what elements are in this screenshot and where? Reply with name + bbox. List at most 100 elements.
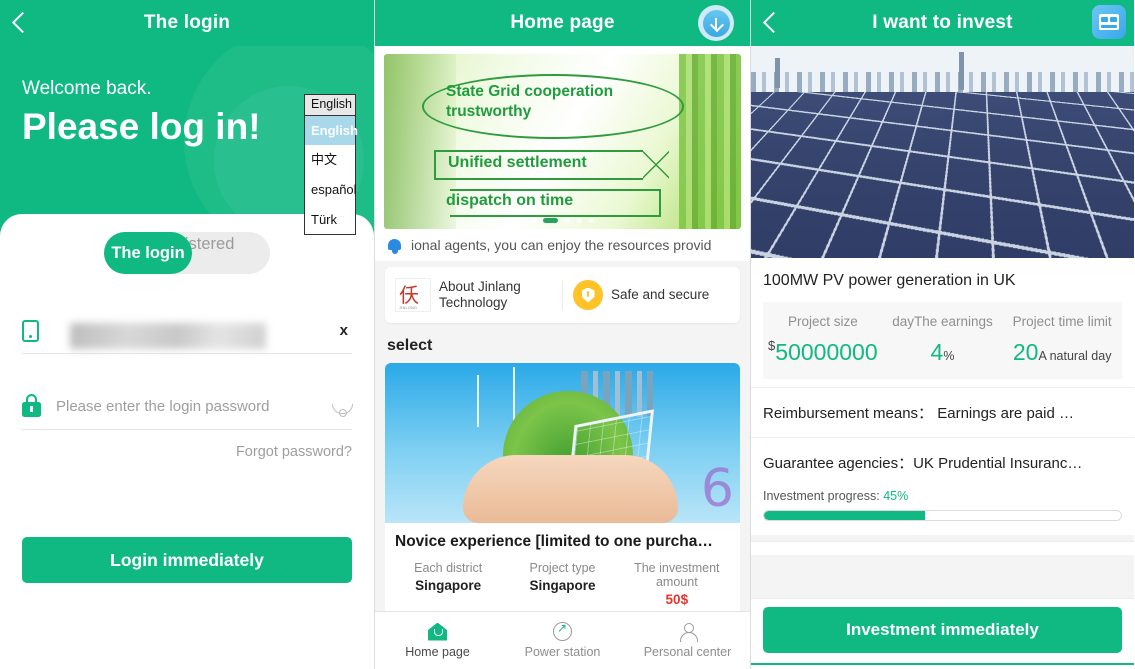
product-image: 6: [385, 363, 740, 523]
product-meta-item: Each district Singapore: [391, 561, 505, 607]
tab-home-page[interactable]: Home page: [375, 612, 500, 669]
progress-bar-fill: [764, 511, 925, 521]
product-meta-item: The investment amount 50$: [620, 561, 734, 607]
language-option-spanish[interactable]: español: [305, 175, 357, 205]
clipped-detail-row: [751, 541, 1134, 556]
clear-phone-icon[interactable]: x: [336, 322, 352, 339]
carousel-dot[interactable]: [589, 218, 594, 223]
language-selector[interactable]: English English 中文 español Türk: [304, 94, 358, 236]
language-option-chinese[interactable]: 中文: [305, 145, 355, 175]
back-icon[interactable]: [751, 0, 795, 46]
stat-value-wrap: 4%: [886, 339, 1000, 365]
stat-unit: A natural day: [1038, 348, 1112, 363]
progress-label-row: Investment progress: 45%: [763, 489, 1122, 503]
product-card[interactable]: 6 Novice experience [limited to one purc…: [385, 363, 740, 611]
auth-tabs: registered The login: [104, 232, 270, 274]
home-panel: Home page State Grid cooperation trustwo…: [375, 0, 751, 669]
invest-header: I want to invest: [751, 0, 1134, 46]
login-form: registered The login x Please enter the …: [0, 214, 374, 669]
invest-now-button[interactable]: Investment immediately: [763, 607, 1122, 653]
solar-panel-array: [751, 92, 1134, 258]
login-panel: The login Welcome back. Please log in! E…: [0, 0, 375, 669]
toggle-password-icon[interactable]: [332, 400, 353, 417]
calculator-app-icon[interactable]: [1092, 5, 1126, 39]
notice-marquee[interactable]: ional agents, you can enjoy the resource…: [375, 229, 750, 261]
invest-cta-area: Investment immediately: [751, 598, 1134, 663]
banner-line-3: dispatch on time: [446, 192, 574, 209]
tab-login[interactable]: The login: [104, 232, 192, 274]
carousel-dot-active[interactable]: [543, 218, 558, 223]
tab-home-label: Home page: [405, 644, 470, 659]
meta-label: Each district: [414, 561, 483, 575]
notice-text: ional agents, you can enjoy the resource…: [411, 237, 712, 253]
language-option-english[interactable]: English: [305, 115, 358, 146]
project-hero-image: [751, 46, 1134, 258]
tab-personal-label: Personal center: [643, 644, 732, 659]
tab-power-station[interactable]: Power station: [500, 612, 625, 669]
phone-field-row[interactable]: x: [22, 308, 352, 354]
investment-progress: Investment progress: 45%: [751, 487, 1134, 536]
tower-decoration: [775, 58, 780, 88]
redacted-value: [70, 322, 266, 349]
banner-line-2: Unified settlement: [448, 154, 587, 171]
stat-day-earnings: dayThe earnings 4%: [883, 314, 1003, 365]
card-safe-label: Safe and secure: [611, 286, 710, 302]
hands-decoration: [463, 455, 678, 523]
back-icon[interactable]: [0, 0, 44, 46]
home-header-title: Home page: [510, 12, 615, 33]
bottom-tabbar: Home page Power station Personal center: [375, 611, 750, 669]
carousel-dots[interactable]: [384, 218, 741, 223]
bell-icon: [387, 238, 402, 254]
language-option-turkish[interactable]: Türk: [305, 205, 355, 235]
tower-decoration: [959, 52, 964, 90]
password-input[interactable]: Please enter the login password: [56, 398, 332, 415]
stat-value: 50000000: [775, 338, 878, 365]
card-about-jinlang[interactable]: About Jinlang Technology: [385, 278, 562, 312]
stat-time-limit: Project time limit 20A natural day: [1002, 314, 1122, 365]
download-circle-icon[interactable]: [698, 5, 734, 41]
section-title-select: select: [387, 337, 433, 354]
tab-personal-center[interactable]: Personal center: [625, 612, 750, 669]
phone-icon: [22, 319, 56, 342]
product-name: Novice experience [limited to one purcha…: [395, 533, 713, 550]
feature-cards: About Jinlang Technology Safe and secure: [385, 267, 740, 323]
wind-turbine-icon: [477, 375, 479, 427]
carousel-dot[interactable]: [577, 218, 582, 223]
login-header: The login: [0, 0, 374, 46]
carousel-dot[interactable]: [531, 218, 536, 223]
progress-label: Investment progress:: [763, 489, 880, 504]
login-header-title: The login: [143, 12, 231, 33]
stat-unit: %: [943, 348, 955, 363]
stat-label: Project time limit: [1012, 314, 1112, 329]
invest-content: 100MW PV power generation in UK Project …: [751, 46, 1134, 598]
guarantee-row: Guarantee agencies：UK Prudential Insuran…: [751, 437, 1134, 488]
shield-icon: [573, 280, 603, 310]
banner-slide[interactable]: State Grid cooperation trustworthy Unifi…: [384, 54, 741, 229]
watermark-digit: 6: [700, 459, 734, 519]
language-options-list[interactable]: English 中文 español Türk: [304, 115, 358, 236]
banner-carousel[interactable]: State Grid cooperation trustworthy Unifi…: [375, 46, 750, 229]
stat-label: Project size: [787, 314, 858, 329]
carousel-dot[interactable]: [565, 218, 570, 223]
card-safe-secure[interactable]: Safe and secure: [562, 280, 740, 310]
stat-value: 4: [930, 338, 944, 365]
power-station-icon: [553, 621, 572, 641]
product-meta: Each district Singapore Project type Sin…: [385, 551, 740, 611]
password-field-row[interactable]: Please enter the login password: [22, 384, 353, 430]
product-meta-item: Project type Singapore: [505, 561, 619, 607]
language-trigger[interactable]: English: [304, 94, 356, 116]
invest-header-title: I want to invest: [872, 12, 1013, 33]
meta-label: The investment amount: [634, 561, 720, 589]
meta-value: Singapore: [415, 578, 482, 593]
stat-label: dayThe earnings: [892, 314, 993, 329]
meta-value-amount: 50$: [665, 592, 689, 607]
user-icon: [679, 622, 698, 642]
stat-value-wrap: 20A natural day: [1005, 339, 1119, 365]
invest-panel: I want to invest 100MW PV power generati…: [751, 0, 1134, 669]
meta-value: Singapore: [529, 578, 596, 593]
stat-value: 20: [1012, 338, 1039, 365]
bottom-accent-bar: [751, 663, 1134, 669]
project-title: 100MW PV power generation in UK: [751, 258, 1134, 302]
forgot-password-link[interactable]: Forgot password?: [22, 444, 352, 460]
login-submit-button[interactable]: Login immediately: [22, 537, 352, 583]
